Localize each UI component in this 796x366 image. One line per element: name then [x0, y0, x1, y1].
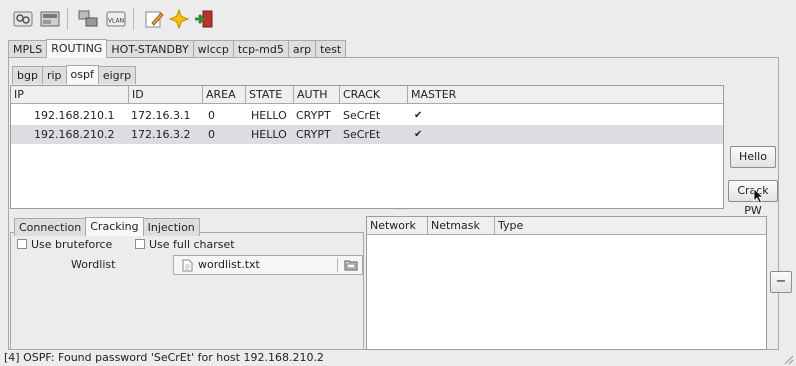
column-header-ip[interactable]: IP — [11, 86, 129, 104]
column-header-auth[interactable]: AUTH — [294, 86, 340, 104]
column-header-netmask[interactable]: Netmask — [428, 217, 495, 235]
edit-icon[interactable] — [141, 6, 167, 32]
file-icon — [182, 259, 193, 272]
remove-button[interactable]: − — [770, 271, 792, 293]
column-header-network[interactable]: Network — [367, 217, 428, 235]
vlan-icon-text: VLAN — [108, 18, 124, 25]
interfaces-icon[interactable] — [10, 6, 36, 32]
tab-bgp[interactable]: bgp — [12, 66, 43, 84]
table-header: IP ID AREA STATE AUTH CRACK MASTER — [11, 86, 723, 104]
resize-grip-icon[interactable] — [782, 353, 794, 365]
cell-crack: SeCrEt — [343, 109, 381, 122]
tab-mpls[interactable]: MPLS — [8, 40, 48, 58]
status-bar: [4] OSPF: Found password 'SeCrEt' for ho… — [0, 350, 796, 366]
table-row[interactable]: 192.168.210.2 172.16.3.2 0 HELLO CRYPT S… — [11, 125, 723, 144]
column-header-area[interactable]: AREA — [203, 86, 246, 104]
cell-auth: CRYPT — [296, 128, 331, 141]
exit-icon[interactable] — [191, 6, 217, 32]
pane-splitter[interactable]: ····· — [395, 206, 408, 214]
tab-wlccp[interactable]: wlccp — [192, 40, 234, 58]
bruteforce-label: Use bruteforce — [31, 237, 113, 251]
tab-cracking[interactable]: Cracking — [85, 217, 144, 236]
full-charset-label: Use full charset — [149, 237, 235, 251]
tab-routing[interactable]: ROUTING — [46, 39, 108, 58]
tab-connection[interactable]: Connection — [14, 218, 87, 236]
cell-state: HELLO — [251, 128, 287, 141]
chooser-divider — [337, 258, 338, 272]
options-tabbar: Connection Cracking Injection — [14, 217, 200, 236]
hello-button[interactable]: Hello — [730, 146, 776, 168]
status-message: [4] OSPF: Found password 'SeCrEt' for ho… — [4, 351, 324, 364]
tab-eigrp[interactable]: eigrp — [97, 66, 137, 84]
cell-state: HELLO — [251, 109, 287, 122]
vlan-icon[interactable]: VLAN — [103, 6, 129, 32]
cell-id: 172.16.3.2 — [131, 128, 191, 141]
tab-ospf[interactable]: ospf — [65, 65, 99, 84]
main-tabbar: MPLS ROUTING HOT-STANDBY wlccp tcp-md5 a… — [8, 39, 347, 58]
master-checkbox[interactable]: ✔ — [414, 125, 422, 144]
cell-area: 0 — [208, 128, 215, 141]
mouse-cursor-icon — [753, 188, 765, 204]
protocol-tabbar: bgp rip ospf eigrp — [12, 64, 137, 84]
column-header-crack[interactable]: CRACK — [340, 86, 408, 104]
toolbar-separator — [67, 8, 68, 30]
cell-crack: SeCrEt — [343, 128, 381, 141]
cell-ip: 192.168.210.1 — [34, 109, 115, 122]
tab-hot-standby[interactable]: HOT-STANDBY — [106, 40, 194, 58]
master-checkbox[interactable]: ✔ — [414, 106, 422, 125]
cell-ip: 192.168.210.2 — [34, 128, 115, 141]
table-row[interactable]: 192.168.210.1 172.16.3.1 0 HELLO CRYPT S… — [11, 106, 723, 125]
network-table[interactable]: Network Netmask Type — [366, 216, 767, 350]
full-charset-option[interactable]: Use full charset — [135, 237, 235, 251]
cell-auth: CRYPT — [296, 109, 331, 122]
tab-tcp-md5[interactable]: tcp-md5 — [232, 40, 289, 58]
bruteforce-checkbox[interactable] — [17, 239, 27, 249]
tab-rip[interactable]: rip — [41, 66, 67, 84]
folder-icon[interactable] — [344, 259, 358, 271]
column-header-master[interactable]: MASTER — [408, 86, 724, 104]
tab-arp[interactable]: arp — [287, 40, 317, 58]
card-icon[interactable] — [37, 6, 63, 32]
wordlist-file-chooser[interactable]: wordlist.txt — [173, 255, 363, 275]
cell-id: 172.16.3.1 — [131, 109, 191, 122]
network-icon[interactable] — [75, 6, 101, 32]
star-icon[interactable] — [166, 6, 192, 32]
toolbar: VLAN — [0, 0, 796, 38]
wordlist-filename: wordlist.txt — [198, 258, 260, 271]
ospf-peer-table[interactable]: IP ID AREA STATE AUTH CRACK MASTER 192.1… — [10, 85, 724, 209]
tab-test[interactable]: test — [315, 40, 347, 58]
tab-injection[interactable]: Injection — [142, 218, 200, 236]
wordlist-label: Wordlist — [71, 258, 116, 271]
bruteforce-option[interactable]: Use bruteforce — [17, 237, 112, 251]
cell-area: 0 — [208, 109, 215, 122]
column-header-type[interactable]: Type — [495, 217, 766, 235]
table-header: Network Netmask Type — [367, 217, 766, 235]
column-header-id[interactable]: ID — [129, 86, 203, 104]
column-header-state[interactable]: STATE — [246, 86, 294, 104]
full-charset-checkbox[interactable] — [135, 239, 145, 249]
toolbar-separator — [133, 8, 134, 30]
